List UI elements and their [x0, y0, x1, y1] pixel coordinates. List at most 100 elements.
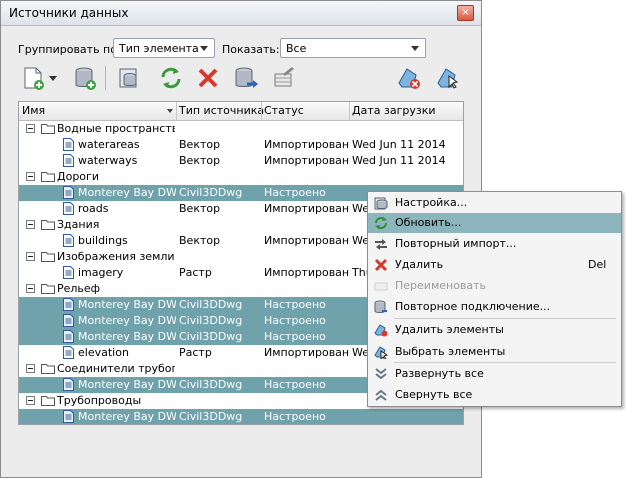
group-name: Соединители трубоп...	[57, 362, 175, 375]
cell-status: Импортировано	[264, 154, 349, 167]
column-header-load-date[interactable]: Дата загрузки	[352, 104, 435, 117]
cell-status: Настроено	[264, 186, 326, 199]
cell-name: Monterey Bay DW...	[78, 298, 176, 311]
collapse-toggle-icon[interactable]	[26, 220, 35, 229]
show-select[interactable]: Все	[280, 38, 426, 58]
cell-status: Импортировано	[264, 202, 349, 215]
cell-name: waterareas	[78, 138, 140, 151]
document-icon	[63, 154, 74, 167]
chevron-down-icon	[411, 46, 419, 51]
settings-icon	[374, 196, 388, 210]
cell-source-type: Civil3DDwg	[179, 186, 243, 199]
cell-name: Monterey Bay DW...	[78, 410, 176, 423]
folder-icon	[41, 171, 55, 182]
menu-separator	[394, 362, 616, 363]
add-data-dropdown-icon[interactable]	[47, 65, 59, 91]
table-row[interactable]: Monterey Bay DW... Civil3DDwg Настроено	[19, 409, 463, 424]
menu-item-delete[interactable]: Удалить Del	[368, 255, 621, 275]
menu-item-label: Обновить...	[395, 216, 462, 229]
group-name: Дороги	[57, 170, 99, 183]
collapse-toggle-icon[interactable]	[26, 252, 35, 261]
remove-features-icon	[374, 323, 388, 337]
column-divider[interactable]	[349, 102, 350, 120]
cell-status: Настроено	[264, 298, 326, 311]
column-header-status[interactable]: Статус	[264, 104, 304, 117]
menu-separator	[394, 318, 616, 319]
table-header: Имя Тип источника Статус Дата загрузки	[19, 102, 463, 121]
collapse-toggle-icon[interactable]	[26, 172, 35, 181]
cell-source-type: Civil3DDwg	[179, 378, 243, 391]
group-row[interactable]: Водные пространства	[19, 121, 463, 137]
menu-item-expand-all[interactable]: Развернуть все	[368, 364, 621, 384]
table-row[interactable]: waterways Вектор Импортировано Wed Jun 11 2…	[19, 153, 463, 169]
column-divider[interactable]	[176, 102, 177, 120]
chevron-down-icon	[200, 46, 208, 51]
reconnect-database-icon[interactable]	[233, 65, 259, 91]
reconnect-icon	[374, 300, 388, 314]
menu-item-reimport[interactable]: Повторный импорт...	[368, 234, 621, 254]
select-features-icon	[374, 345, 389, 361]
document-icon	[63, 330, 74, 343]
close-button[interactable]: ×	[457, 5, 474, 21]
collapse-toggle-icon[interactable]	[26, 124, 35, 133]
group-row[interactable]: Дороги	[19, 169, 463, 185]
edit-table-icon[interactable]	[271, 65, 297, 91]
cell-name: Monterey Bay DW...	[78, 186, 176, 199]
column-divider[interactable]	[261, 102, 262, 120]
group-by-select[interactable]: Тип элемента	[113, 38, 215, 58]
menu-item-reconnect[interactable]: Повторное подключение...	[368, 297, 621, 317]
group-name: Изображения земли	[57, 250, 175, 263]
group-by-label: Группировать по:	[18, 43, 121, 56]
collapse-toggle-icon[interactable]	[26, 364, 35, 373]
column-header-source-type[interactable]: Тип источника	[179, 104, 264, 117]
menu-item-label: Повторный импорт...	[395, 237, 517, 250]
cell-source-type: Растр	[179, 266, 212, 279]
select-features-icon[interactable]	[435, 65, 461, 91]
menu-item-settings[interactable]: Настройка...	[368, 193, 621, 213]
menu-item-remove-features[interactable]: Удалить элементы	[368, 320, 621, 340]
menu-item-label: Удалить	[395, 258, 444, 271]
group-name: Здания	[57, 218, 100, 231]
document-icon	[63, 298, 74, 311]
group-by-value: Тип элемента	[119, 42, 199, 55]
menu-item-select-features[interactable]: Выбрать элементы	[368, 342, 621, 362]
database-settings-icon[interactable]	[116, 65, 142, 91]
show-label: Показать:	[222, 43, 280, 56]
rename-icon	[374, 279, 388, 293]
menu-item-refresh[interactable]: Обновить...	[368, 213, 621, 233]
add-data-icon[interactable]	[22, 65, 48, 91]
cell-name: buildings	[78, 234, 128, 247]
folder-icon	[41, 395, 55, 406]
delete-x-icon[interactable]	[195, 65, 221, 91]
toolbar-separator	[105, 66, 106, 90]
column-header-name[interactable]: Имя	[22, 104, 45, 117]
cell-source-type: Civil3DDwg	[179, 298, 243, 311]
document-icon	[63, 234, 74, 247]
refresh-icon[interactable]	[158, 65, 184, 91]
document-icon	[63, 138, 74, 151]
document-icon	[63, 186, 74, 199]
remove-features-icon[interactable]	[396, 65, 422, 91]
collapse-all-icon	[374, 388, 388, 402]
cell-load-date: Wed Jun 11 2014	[352, 154, 446, 167]
cell-name: roads	[78, 202, 109, 215]
cell-source-type: Вектор	[179, 138, 221, 151]
cell-source-type: Вектор	[179, 234, 221, 247]
menu-item-label: Развернуть все	[395, 367, 484, 380]
cell-source-type: Civil3DDwg	[179, 330, 243, 343]
menu-item-collapse-all[interactable]: Свернуть все	[368, 385, 621, 405]
cell-name: waterways	[78, 154, 138, 167]
collapse-toggle-icon[interactable]	[26, 284, 35, 293]
window-title: Источники данных	[9, 6, 129, 20]
sort-arrow-icon[interactable]	[167, 109, 173, 113]
group-name: Трубопроводы	[57, 394, 142, 407]
add-database-icon[interactable]	[72, 65, 98, 91]
collapse-toggle-icon[interactable]	[26, 396, 35, 405]
cell-source-type: Вектор	[179, 154, 221, 167]
document-icon	[63, 346, 74, 359]
cell-status: Настроено	[264, 378, 326, 391]
group-name: Водные пространства	[57, 122, 175, 135]
context-menu: Настройка... Обновить... Повторный импорт.…	[367, 191, 622, 407]
menu-item-label: Удалить элементы	[395, 323, 504, 336]
table-row[interactable]: waterareas Вектор Импортировано Wed Jun 11 …	[19, 137, 463, 153]
